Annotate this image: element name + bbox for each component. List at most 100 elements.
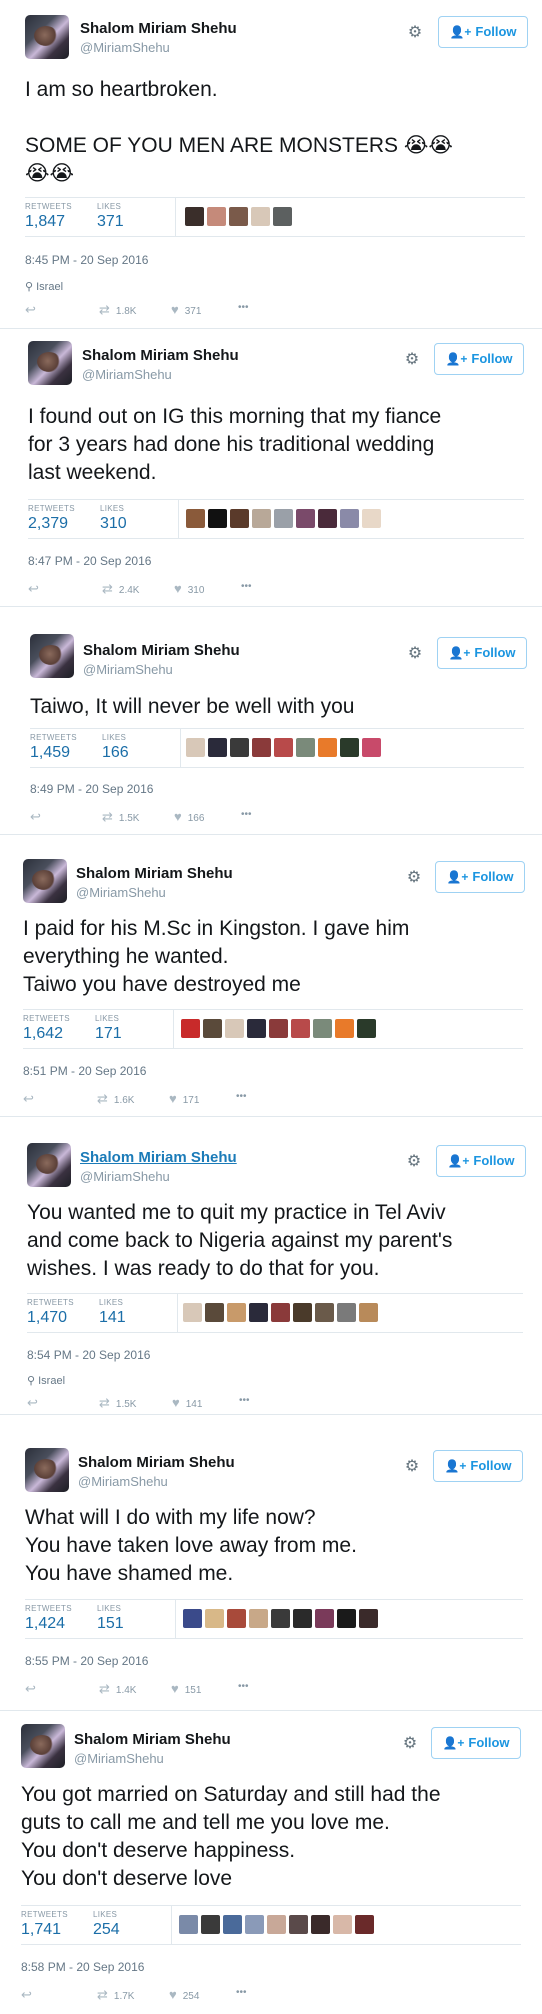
reply-icon[interactable]: ↩ [25, 1681, 42, 1697]
likers-avatars[interactable] [183, 1609, 378, 1628]
gear-icon[interactable]: ⚙ [405, 869, 423, 887]
more-icon[interactable]: ••• [238, 1681, 249, 1692]
username[interactable]: @MiriamShehu [82, 367, 172, 382]
username[interactable]: @MiriamShehu [78, 1474, 168, 1489]
like-button[interactable]: ♥ 141 [172, 1395, 202, 1410]
gear-icon[interactable]: ⚙ [403, 351, 421, 369]
tweet-actions: ↩ ⇄ 1.8K ♥ 371 ••• [25, 302, 325, 318]
retweet-button[interactable]: ⇄ 1.5K [99, 1395, 136, 1411]
likers-avatars[interactable] [186, 509, 381, 528]
reply-icon[interactable]: ↩ [28, 581, 45, 597]
more-icon[interactable]: ••• [238, 302, 249, 313]
display-name[interactable]: Shalom Miriam Shehu [80, 1149, 237, 1166]
tweet-text: I found out on IG this morning that my f… [28, 405, 442, 484]
retweets-stat[interactable]: RETWEETS 1,642 [23, 1014, 70, 1043]
display-name[interactable]: Shalom Miriam Shehu [83, 642, 240, 659]
more-icon[interactable]: ••• [239, 1395, 250, 1406]
follow-button[interactable]: 👤+ Follow [438, 16, 528, 48]
retweets-stat[interactable]: RETWEETS 1,459 [30, 733, 77, 762]
display-name[interactable]: Shalom Miriam Shehu [82, 347, 239, 364]
avatar[interactable] [30, 634, 74, 678]
follow-button[interactable]: 👤+ Follow [434, 343, 524, 375]
timestamp[interactable]: 8:49 PM - 20 Sep 2016 [30, 782, 153, 796]
likes-stat[interactable]: LIKES 171 [95, 1014, 122, 1043]
timestamp[interactable]: 8:45 PM - 20 Sep 2016 [25, 253, 148, 267]
retweet-button[interactable]: ⇄ 1.7K [97, 1987, 134, 2003]
like-button[interactable]: ♥ 254 [169, 1987, 199, 2002]
display-name[interactable]: Shalom Miriam Shehu [74, 1731, 231, 1748]
username[interactable]: @MiriamShehu [80, 1169, 170, 1184]
more-icon[interactable]: ••• [241, 581, 252, 592]
display-name[interactable]: Shalom Miriam Shehu [80, 20, 237, 37]
likers-avatars[interactable] [185, 207, 292, 226]
username[interactable]: @MiriamShehu [80, 40, 170, 55]
reply-icon[interactable]: ↩ [25, 302, 42, 318]
follow-button[interactable]: 👤+ Follow [435, 861, 525, 893]
person-plus-icon: 👤+ [442, 1736, 465, 1750]
username[interactable]: @MiriamShehu [74, 1751, 164, 1766]
likes-stat[interactable]: LIKES 166 [102, 733, 129, 762]
retweets-stat[interactable]: RETWEETS 1,741 [21, 1910, 68, 1939]
reply-icon[interactable]: ↩ [30, 809, 47, 825]
likes-stat[interactable]: LIKES 141 [99, 1298, 126, 1327]
retweets-stat[interactable]: RETWEETS 1,847 [25, 202, 72, 231]
likers-avatars[interactable] [181, 1019, 376, 1038]
like-button[interactable]: ♥ 310 [174, 581, 204, 596]
like-button[interactable]: ♥ 171 [169, 1091, 199, 1106]
more-icon[interactable]: ••• [236, 1987, 247, 1998]
heart-icon: ♥ [174, 581, 182, 596]
follow-button[interactable]: 👤+ Follow [437, 637, 527, 669]
timestamp[interactable]: 8:55 PM - 20 Sep 2016 [25, 1654, 148, 1668]
retweet-button[interactable]: ⇄ 1.5K [102, 809, 139, 825]
reply-icon[interactable]: ↩ [23, 1091, 40, 1107]
likes-stat[interactable]: LIKES 151 [97, 1604, 124, 1633]
likers-avatars[interactable] [179, 1915, 374, 1934]
display-name[interactable]: Shalom Miriam Shehu [78, 1454, 235, 1471]
person-plus-icon: 👤+ [447, 1154, 470, 1168]
like-button[interactable]: ♥ 371 [171, 302, 201, 317]
username[interactable]: @MiriamShehu [76, 885, 166, 900]
retweet-button[interactable]: ⇄ 1.8K [99, 302, 136, 318]
retweet-button[interactable]: ⇄ 1.6K [97, 1091, 134, 1107]
gear-icon[interactable]: ⚙ [405, 1153, 423, 1171]
like-button[interactable]: ♥ 151 [171, 1681, 201, 1696]
location[interactable]: ⚲ Israel [25, 280, 63, 293]
person-plus-icon: 👤+ [444, 1459, 467, 1473]
avatar[interactable] [21, 1724, 65, 1768]
timestamp[interactable]: 8:58 PM - 20 Sep 2016 [21, 1960, 144, 1974]
timestamp[interactable]: 8:47 PM - 20 Sep 2016 [28, 554, 151, 568]
likes-stat[interactable]: LIKES 371 [97, 202, 124, 231]
avatar[interactable] [25, 1448, 69, 1492]
follow-button[interactable]: 👤+ Follow [433, 1450, 523, 1482]
reply-icon[interactable]: ↩ [27, 1395, 44, 1411]
gear-icon[interactable]: ⚙ [406, 645, 424, 663]
like-button[interactable]: ♥ 166 [174, 809, 204, 824]
retweet-button[interactable]: ⇄ 1.4K [99, 1681, 136, 1697]
retweets-stat[interactable]: RETWEETS 2,379 [28, 504, 75, 533]
avatar[interactable] [23, 859, 67, 903]
follow-button[interactable]: 👤+ Follow [431, 1727, 521, 1759]
avatar[interactable] [28, 341, 72, 385]
timestamp[interactable]: 8:51 PM - 20 Sep 2016 [23, 1064, 146, 1078]
tweet-actions: ↩ ⇄ 2.4K ♥ 310 ••• [28, 581, 328, 597]
avatar[interactable] [27, 1143, 71, 1187]
more-icon[interactable]: ••• [241, 809, 252, 820]
location[interactable]: ⚲ Israel [27, 1374, 65, 1387]
avatar[interactable] [25, 15, 69, 59]
display-name[interactable]: Shalom Miriam Shehu [76, 865, 233, 882]
likers-avatars[interactable] [183, 1303, 378, 1322]
reply-icon[interactable]: ↩ [21, 1987, 38, 2003]
likers-avatars[interactable] [186, 738, 381, 757]
gear-icon[interactable]: ⚙ [406, 24, 424, 42]
retweet-button[interactable]: ⇄ 2.4K [102, 581, 139, 597]
timestamp[interactable]: 8:54 PM - 20 Sep 2016 [27, 1348, 150, 1362]
likes-stat[interactable]: LIKES 310 [100, 504, 127, 533]
retweets-stat[interactable]: RETWEETS 1,424 [25, 1604, 72, 1633]
likes-stat[interactable]: LIKES 254 [93, 1910, 120, 1939]
more-icon[interactable]: ••• [236, 1091, 247, 1102]
gear-icon[interactable]: ⚙ [403, 1458, 421, 1476]
username[interactable]: @MiriamShehu [83, 662, 173, 677]
retweets-stat[interactable]: RETWEETS 1,470 [27, 1298, 74, 1327]
follow-button[interactable]: 👤+ Follow [436, 1145, 526, 1177]
gear-icon[interactable]: ⚙ [401, 1735, 419, 1753]
